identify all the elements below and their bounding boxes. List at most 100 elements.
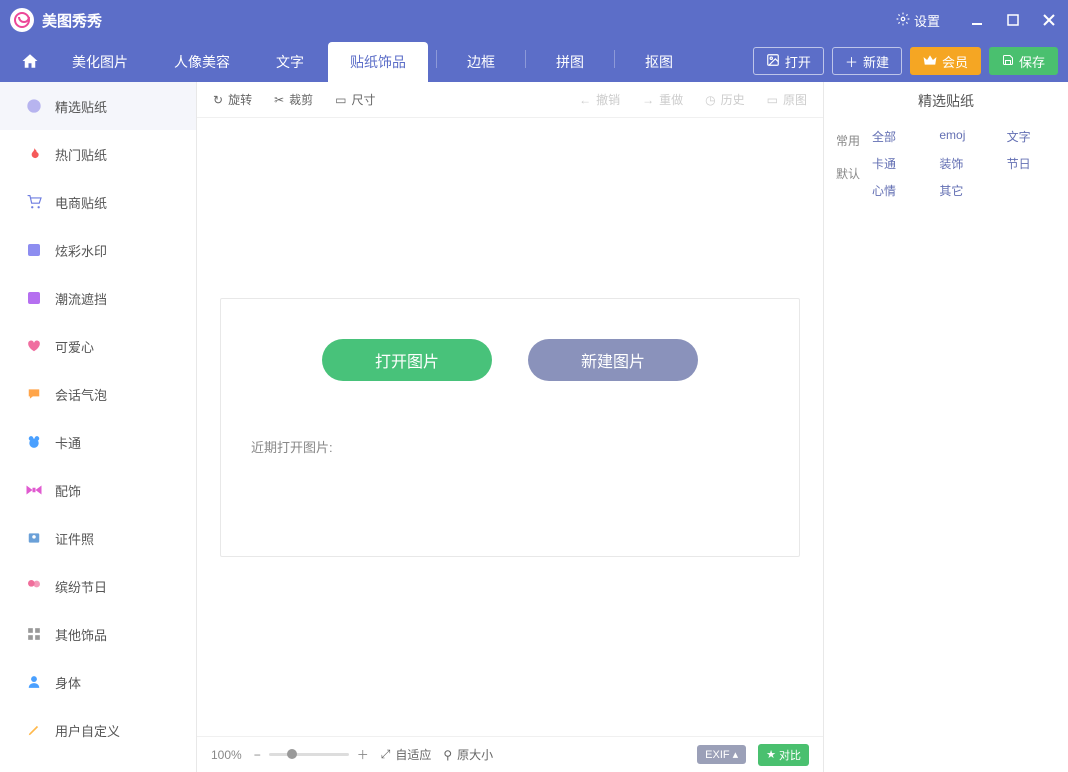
rp-side-tab-0[interactable]: 常用 xyxy=(836,132,860,149)
sidebar-item-9[interactable]: 证件照 xyxy=(0,514,196,562)
open-button[interactable]: 打开 xyxy=(753,47,824,75)
sidebar-item-label: 卡通 xyxy=(55,433,81,452)
bubble-icon xyxy=(25,385,43,403)
clock-icon: ◷ xyxy=(705,93,715,107)
chevron-up-icon: ▴ xyxy=(733,748,739,761)
maximize-button[interactable] xyxy=(1004,11,1022,29)
orig-size-button[interactable]: ⚲原大小 xyxy=(443,746,493,763)
vip-button[interactable]: 会员 xyxy=(910,47,981,75)
cart-icon xyxy=(25,193,43,211)
balloon-icon xyxy=(25,577,43,595)
redo-tool[interactable]: →重做 xyxy=(642,91,683,108)
zoom-in-icon[interactable]: ＋ xyxy=(357,746,369,763)
tab-2[interactable]: 文字 xyxy=(254,42,326,82)
sidebar-item-7[interactable]: 卡通 xyxy=(0,418,196,466)
compare-chip[interactable]: ★对比 xyxy=(758,744,809,766)
sidebar-item-3[interactable]: 炫彩水印 xyxy=(0,226,196,274)
sidebar-item-6[interactable]: 会话气泡 xyxy=(0,370,196,418)
redo-icon: → xyxy=(642,93,654,107)
sidebar-item-label: 证件照 xyxy=(55,529,94,548)
sidebar-item-4[interactable]: 潮流遮挡 xyxy=(0,274,196,322)
id-icon xyxy=(25,529,43,547)
globe-icon xyxy=(25,97,43,115)
undo-icon: ← xyxy=(579,93,591,107)
plus-icon: ＋ xyxy=(845,52,858,71)
open-image-button[interactable]: 打开图片 xyxy=(322,339,492,381)
sidebar-item-label: 用户自定义 xyxy=(55,721,120,740)
right-panel-title: 精选贴纸 xyxy=(824,82,1068,120)
sidebar-item-label: 热门贴纸 xyxy=(55,145,107,164)
sidebar-item-1[interactable]: 热门贴纸 xyxy=(0,130,196,178)
crop-tool[interactable]: ✂裁剪 xyxy=(274,91,313,108)
sidebar-item-12[interactable]: 身体 xyxy=(0,658,196,706)
app-title: 美图秀秀 xyxy=(42,10,896,31)
original-tool[interactable]: ▭原图 xyxy=(767,91,807,108)
sidebar-item-5[interactable]: 可爱心 xyxy=(0,322,196,370)
sidebar-item-label: 会话气泡 xyxy=(55,385,107,404)
rotate-icon: ↻ xyxy=(213,93,223,107)
new-image-button[interactable]: 新建图片 xyxy=(528,339,698,381)
sidebar-item-2[interactable]: 电商贴纸 xyxy=(0,178,196,226)
rp-side-tab-1[interactable]: 默认 xyxy=(836,165,860,182)
home-button[interactable] xyxy=(10,40,50,82)
bottombar: 100% − ＋ ⤢自适应 ⚲原大小 EXIF ▴ ★对比 xyxy=(197,736,823,772)
rp-category-4[interactable]: 装饰 xyxy=(939,155,988,172)
save-button[interactable]: 保存 xyxy=(989,47,1058,75)
bow-icon xyxy=(25,481,43,499)
sidebar-item-label: 缤纷节日 xyxy=(55,577,107,596)
open-panel: 打开图片 新建图片 近期打开图片: xyxy=(220,298,800,557)
tab-6[interactable]: 抠图 xyxy=(623,42,695,82)
image-icon xyxy=(766,53,780,70)
app-logo xyxy=(10,8,34,32)
save-icon xyxy=(1002,54,1014,69)
magnify-icon: ⚲ xyxy=(443,748,452,762)
canvas: 打开图片 新建图片 近期打开图片: xyxy=(197,118,823,736)
history-tool[interactable]: ◷历史 xyxy=(705,91,745,108)
sidebar-item-label: 炫彩水印 xyxy=(55,241,107,260)
close-button[interactable] xyxy=(1040,11,1058,29)
zoom-slider[interactable]: − ＋ xyxy=(254,746,369,763)
sidebar-item-0[interactable]: 精选贴纸 xyxy=(0,82,196,130)
rotate-tool[interactable]: ↻旋转 xyxy=(213,91,252,108)
menubar: 美化图片人像美容文字贴纸饰品边框拼图抠图 打开 ＋新建 会员 保存 xyxy=(0,40,1068,82)
sidebar-item-10[interactable]: 缤纷节日 xyxy=(0,562,196,610)
sidebar-item-11[interactable]: 其他饰品 xyxy=(0,610,196,658)
fit-button[interactable]: ⤢自适应 xyxy=(381,746,432,763)
sidebar-item-label: 身体 xyxy=(55,673,81,692)
sidebar-item-8[interactable]: 配饰 xyxy=(0,466,196,514)
rp-category-6[interactable]: 心情 xyxy=(872,182,921,199)
new-button[interactable]: ＋新建 xyxy=(832,47,902,75)
rp-category-5[interactable]: 节日 xyxy=(1007,155,1056,172)
fit-icon: ⤢ xyxy=(381,747,391,762)
rp-category-0[interactable]: 全部 xyxy=(872,128,921,145)
tab-0[interactable]: 美化图片 xyxy=(50,42,150,82)
undo-tool[interactable]: ←撤销 xyxy=(579,91,620,108)
heart-icon xyxy=(25,337,43,355)
tab-5[interactable]: 拼图 xyxy=(534,42,606,82)
sidebar-item-13[interactable]: 用户自定义 xyxy=(0,706,196,754)
sidebar-item-label: 可爱心 xyxy=(55,337,94,356)
size-tool[interactable]: ▭尺寸 xyxy=(335,91,375,108)
sidebar-item-label: 精选贴纸 xyxy=(55,97,107,116)
slash-icon xyxy=(25,289,43,307)
tab-4[interactable]: 边框 xyxy=(445,42,517,82)
rp-category-1[interactable]: emoj xyxy=(939,128,988,145)
flame-icon xyxy=(25,145,43,163)
bear-icon xyxy=(25,433,43,451)
settings-button[interactable]: 设置 xyxy=(896,11,940,30)
rp-category-3[interactable]: 卡通 xyxy=(872,155,921,172)
tab-3[interactable]: 贴纸饰品 xyxy=(328,42,428,82)
grid-icon xyxy=(25,625,43,643)
rp-category-2[interactable]: 文字 xyxy=(1007,128,1056,145)
star-icon: ★ xyxy=(766,748,776,761)
size-icon: ▭ xyxy=(335,93,346,107)
minimize-button[interactable] xyxy=(968,11,986,29)
zoom-percent: 100% xyxy=(211,748,242,762)
rp-category-7[interactable]: 其它 xyxy=(939,182,988,199)
zoom-out-icon[interactable]: − xyxy=(254,748,261,762)
exif-chip[interactable]: EXIF ▴ xyxy=(697,745,746,764)
sidebar-item-label: 潮流遮挡 xyxy=(55,289,107,308)
pencil-icon xyxy=(25,721,43,739)
tab-1[interactable]: 人像美容 xyxy=(152,42,252,82)
wave-icon xyxy=(25,241,43,259)
